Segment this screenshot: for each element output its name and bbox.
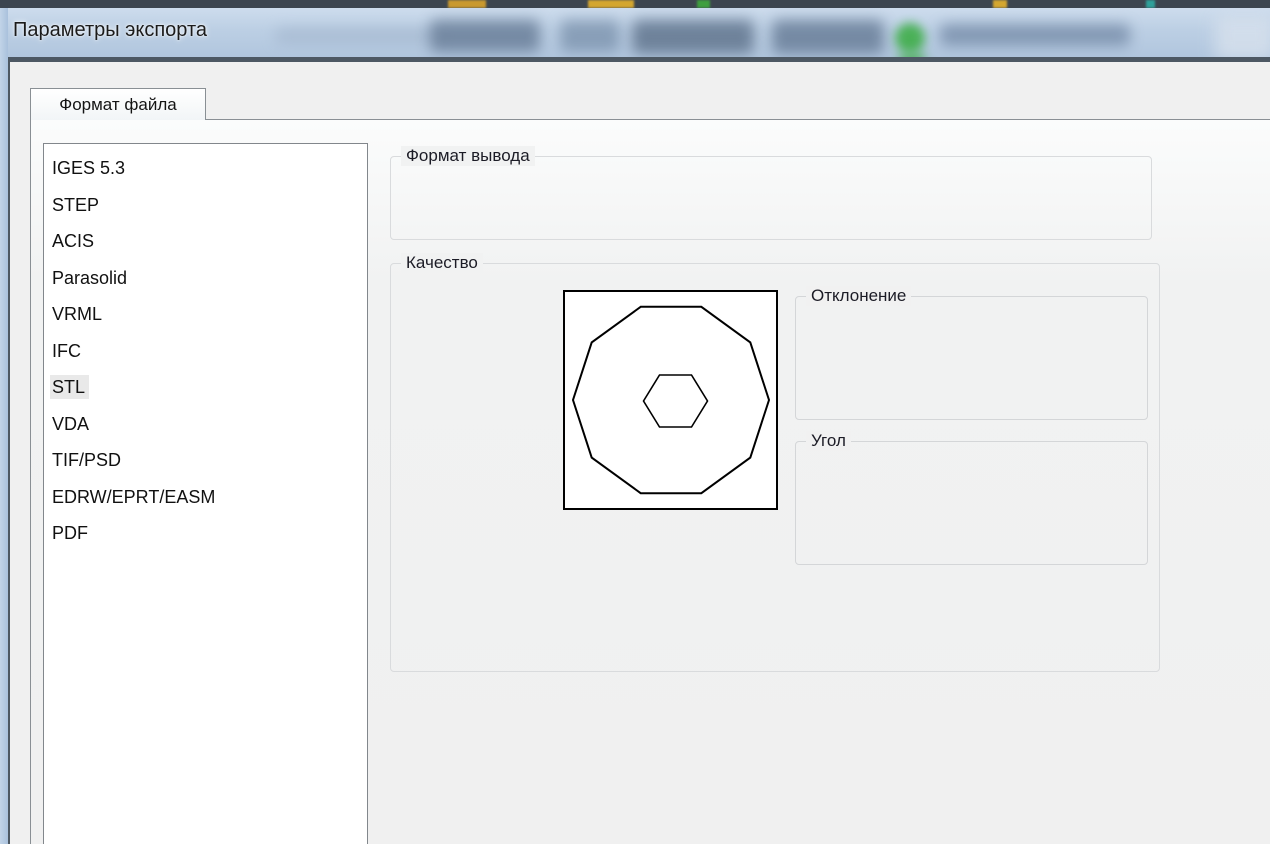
background-icon-fragment <box>1146 0 1155 8</box>
list-item-pdf[interactable]: PDF <box>44 515 367 552</box>
tab-label: Формат файла <box>59 94 177 114</box>
background-blur-blob <box>1215 14 1270 57</box>
group-deviation-label: Отклонение <box>806 286 912 306</box>
background-icon-fragment <box>993 0 1007 8</box>
group-output-format: Формат вывода <box>390 146 1152 240</box>
group-angle-label: Угол <box>806 431 851 451</box>
list-item-vda[interactable]: VDA <box>44 406 367 443</box>
background-app-strip <box>0 0 1270 8</box>
background-blur-blob <box>430 20 540 52</box>
mesh-preview <box>563 290 778 510</box>
list-item-ifc[interactable]: IFC <box>44 333 367 370</box>
group-angle: Угол <box>795 431 1148 565</box>
mesh-preview-drawing <box>571 305 771 495</box>
background-blur-blob <box>632 20 754 54</box>
list-item-edrw[interactable]: EDRW/EPRT/EASM <box>44 479 367 516</box>
background-icon-fragment <box>448 0 486 8</box>
list-item-iges[interactable]: IGES 5.3 <box>44 150 367 187</box>
group-deviation: Отклонение <box>795 286 1148 420</box>
list-item-acis[interactable]: ACIS <box>44 223 367 260</box>
background-blur-blob <box>560 20 620 52</box>
list-item-parasolid[interactable]: Parasolid <box>44 260 367 297</box>
background-icon-fragment <box>697 0 710 8</box>
list-item-stl[interactable]: STL <box>44 369 367 406</box>
list-item-vrml[interactable]: VRML <box>44 296 367 333</box>
background-blur-blob <box>940 24 1130 46</box>
list-item-tif-psd[interactable]: TIF/PSD <box>44 442 367 479</box>
tab-file-format[interactable]: Формат файла <box>30 88 206 120</box>
list-item-step[interactable]: STEP <box>44 187 367 224</box>
background-blur-blob <box>772 20 884 54</box>
window-border-left <box>0 8 8 844</box>
background-blur-blob <box>275 28 440 44</box>
window-title: Параметры экспорта <box>13 19 208 41</box>
background-icon-fragment <box>588 0 634 8</box>
group-output-format-label: Формат вывода <box>401 146 535 166</box>
format-list[interactable]: IGES 5.3 STEP ACIS Parasolid VRML IFC ST… <box>43 143 368 844</box>
dialog-titlebar[interactable]: Параметры экспорта <box>0 8 1270 57</box>
group-quality-label: Качество <box>401 253 483 273</box>
background-blur-blob <box>895 23 925 53</box>
